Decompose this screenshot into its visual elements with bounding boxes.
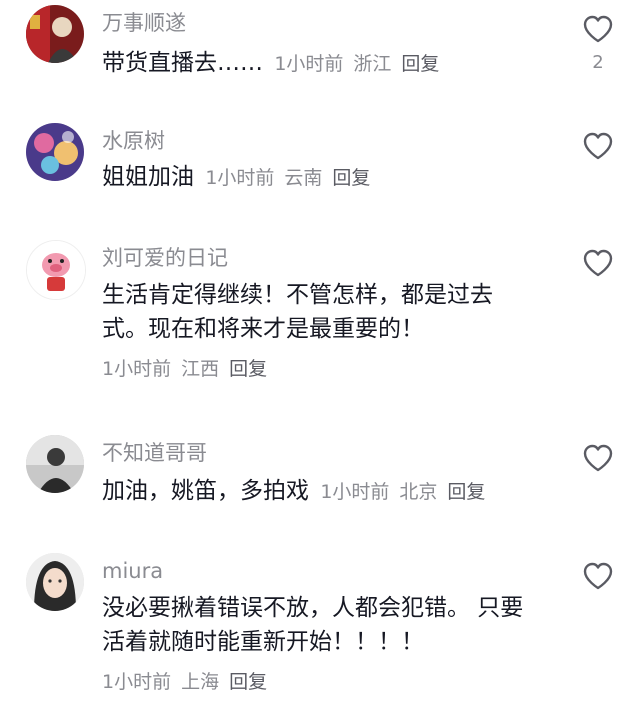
- heart-outline-icon: [583, 249, 613, 277]
- avatar[interactable]: [26, 123, 84, 181]
- avatar-image: [26, 5, 84, 63]
- avatar[interactable]: [26, 240, 86, 300]
- comment-location: 江西: [181, 358, 220, 380]
- comment-username[interactable]: miura: [102, 557, 163, 585]
- comment-location: 北京: [399, 481, 438, 503]
- avatar-image: [26, 553, 84, 611]
- like-button[interactable]: [580, 559, 616, 593]
- like-button[interactable]: [580, 12, 616, 46]
- comment-text: 没必要揪着错误不放，人都会犯错。 只要活着就随时能重新开始！！！！: [102, 595, 524, 655]
- heart-outline-icon: [583, 562, 613, 590]
- like-count: 2: [592, 52, 604, 73]
- comment-meta: 1小时前 浙江 回复: [274, 53, 449, 75]
- comment-text: 带货直播去……: [102, 50, 263, 76]
- comment-text-block: 带货直播去…… 1小时前 浙江 回复: [102, 46, 538, 81]
- reply-button[interactable]: 回复: [401, 53, 439, 75]
- comment-time: 1小时前: [102, 671, 172, 693]
- comment-meta: 1小时前 云南 回复: [205, 167, 380, 189]
- comment-text-block: 姐姐加油 1小时前 云南 回复: [102, 160, 538, 195]
- like-button[interactable]: [580, 246, 616, 280]
- reply-button[interactable]: 回复: [229, 358, 267, 380]
- comment-username[interactable]: 万事顺遂: [102, 9, 186, 37]
- comment-meta: 1小时前 上海 回复: [102, 667, 277, 694]
- avatar[interactable]: [26, 553, 84, 611]
- avatar-image: [26, 123, 84, 181]
- comment-text: 姐姐加油: [102, 164, 194, 190]
- comment-time: 1小时前: [274, 53, 344, 75]
- comment-location: 上海: [181, 671, 220, 693]
- like-button[interactable]: [580, 441, 616, 475]
- comment-username[interactable]: 不知道哥哥: [102, 439, 207, 467]
- reply-button[interactable]: 回复: [229, 671, 267, 693]
- comment-location: 云南: [284, 167, 323, 189]
- reply-button[interactable]: 回复: [447, 481, 485, 503]
- heart-outline-icon: [583, 444, 613, 472]
- avatar-image: [26, 435, 84, 493]
- comment-username[interactable]: 刘可爱的日记: [102, 244, 228, 272]
- comment-time: 1小时前: [320, 481, 390, 503]
- avatar[interactable]: [26, 5, 84, 63]
- heart-outline-icon: [583, 132, 613, 160]
- comment-text: 生活肯定得继续！不管怎样，都是过去式。现在和将来才是最重要的！: [102, 282, 493, 342]
- comment-meta: 1小时前 江西 回复: [102, 354, 277, 381]
- comment-time: 1小时前: [205, 167, 275, 189]
- comment-text: 加油，姚笛，多拍戏: [102, 478, 309, 504]
- comment-username[interactable]: 水原树: [102, 127, 165, 155]
- like-button[interactable]: [580, 129, 616, 163]
- comment-text-block: 加油，姚笛，多拍戏 1小时前 北京 回复: [102, 474, 538, 509]
- avatar-image: [27, 241, 85, 299]
- reply-button[interactable]: 回复: [332, 167, 370, 189]
- avatar[interactable]: [26, 435, 84, 493]
- comment-location: 浙江: [353, 53, 392, 75]
- comment-meta: 1小时前 北京 回复: [320, 481, 495, 503]
- comment-list: 万事顺遂 带货直播去…… 1小时前 浙江 回复 2 水原树 姐姐加油 1小时前 …: [0, 0, 640, 701]
- comment-time: 1小时前: [102, 358, 172, 380]
- heart-outline-icon: [583, 15, 613, 43]
